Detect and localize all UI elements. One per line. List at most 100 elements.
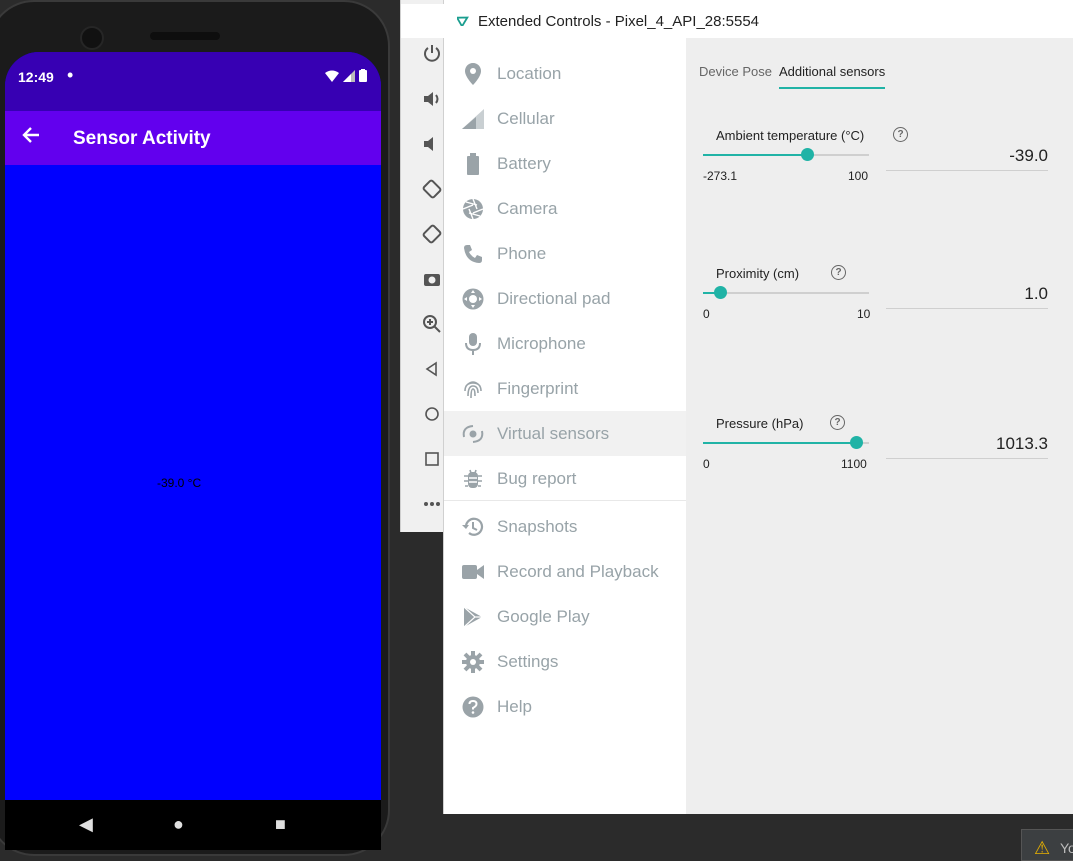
sidebar-item-help[interactable]: Help bbox=[444, 684, 686, 729]
emulator-toolbar: – bbox=[400, 0, 449, 532]
history-icon bbox=[460, 514, 486, 540]
pressure-slider[interactable] bbox=[703, 436, 869, 449]
sidebar-item-settings[interactable]: Settings bbox=[444, 639, 686, 684]
sidebar-item-location[interactable]: Location bbox=[444, 51, 686, 96]
sidebar-item-google-play[interactable]: Google Play bbox=[444, 594, 686, 639]
virtual-sensors-panel: Device Pose Additional sensors Ambient t… bbox=[686, 38, 1073, 814]
gear-icon bbox=[460, 649, 486, 675]
bug-icon bbox=[460, 466, 486, 492]
help-icon bbox=[460, 694, 486, 720]
sidebar-divider bbox=[444, 500, 686, 501]
cell-signal-icon bbox=[343, 69, 355, 82]
window-titlebar: Extended Controls - Pixel_4_API_28:5554 bbox=[401, 4, 1073, 38]
sidebar-item-microphone[interactable]: Microphone bbox=[444, 321, 686, 366]
sidebar-item-directional-pad[interactable]: Directional pad bbox=[444, 276, 686, 321]
signal-icon bbox=[460, 106, 486, 132]
sidebar-item-label: Cellular bbox=[497, 108, 555, 128]
proximity-sensor: Proximity (cm) ? 0 10 1.0 bbox=[686, 265, 1073, 366]
sidebar-item-label: Settings bbox=[497, 651, 559, 671]
overview-square-icon[interactable] bbox=[421, 448, 443, 470]
pressure-value-field[interactable]: 1013.3 bbox=[886, 434, 1048, 459]
sidebar-item-virtual-sensors[interactable]: Virtual sensors bbox=[444, 411, 686, 456]
sidebar-item-label: Snapshots bbox=[497, 516, 578, 536]
temperature-value-field[interactable]: -39.0 bbox=[886, 146, 1048, 171]
notification-dot: • bbox=[67, 65, 74, 85]
sidebar-item-fingerprint[interactable]: Fingerprint bbox=[444, 366, 686, 411]
android-nav-bar: ◀ ● ■ bbox=[5, 800, 381, 850]
warning-text: Yo bbox=[1060, 840, 1073, 856]
sidebar-item-label: Help bbox=[497, 696, 532, 716]
power-icon[interactable] bbox=[421, 42, 443, 64]
tab-device-pose[interactable]: Device Pose bbox=[699, 64, 772, 79]
battery-icon bbox=[460, 151, 486, 177]
extended-controls-window: Extended Controls - Pixel_4_API_28:5554 … bbox=[401, 0, 1073, 814]
home-circle-icon[interactable] bbox=[421, 403, 443, 425]
active-tab-indicator bbox=[779, 87, 885, 89]
rotate-left-icon[interactable] bbox=[421, 178, 443, 200]
help-icon[interactable]: ? bbox=[830, 415, 845, 430]
sidebar-item-label: Google Play bbox=[497, 606, 590, 626]
sidebar-item-snapshots[interactable]: Snapshots bbox=[444, 504, 686, 549]
zoom-icon[interactable] bbox=[421, 313, 443, 335]
screenshot-camera-icon[interactable] bbox=[421, 268, 443, 290]
slider-fill bbox=[703, 442, 856, 444]
sensor-label: Proximity (cm) bbox=[716, 266, 800, 281]
slider-thumb[interactable] bbox=[849, 436, 863, 449]
nav-recents-button[interactable]: ■ bbox=[275, 814, 286, 835]
dpad-icon bbox=[460, 286, 486, 312]
play-store-icon bbox=[460, 604, 486, 630]
temperature-slider[interactable] bbox=[703, 148, 869, 161]
sidebar-item-phone[interactable]: Phone bbox=[444, 231, 686, 276]
nav-home-button[interactable]: ● bbox=[173, 814, 184, 835]
help-icon[interactable]: ? bbox=[893, 127, 908, 142]
sidebar-item-label: Record and Playback bbox=[497, 561, 659, 581]
app-logo-icon bbox=[455, 14, 469, 29]
slider-min-label: 0 bbox=[703, 307, 710, 321]
more-options-icon[interactable] bbox=[421, 493, 443, 515]
slider-min-label: -273.1 bbox=[703, 169, 738, 183]
phone-icon bbox=[460, 241, 486, 267]
video-camera-icon bbox=[460, 559, 486, 585]
sidebar-item-bug-report[interactable]: Bug report bbox=[444, 456, 686, 501]
volume-up-icon[interactable] bbox=[421, 88, 443, 110]
microphone-icon bbox=[460, 331, 486, 357]
battery-status-icon bbox=[359, 69, 367, 82]
tab-additional-sensors[interactable]: Additional sensors bbox=[779, 64, 885, 79]
ide-background bbox=[443, 814, 1073, 856]
earpiece-speaker bbox=[150, 32, 220, 40]
warning-notification[interactable]: ⚠ Yo bbox=[1021, 829, 1073, 861]
volume-down-icon[interactable] bbox=[421, 133, 443, 155]
status-icons bbox=[325, 69, 367, 82]
slider-max-label: 10 bbox=[857, 307, 871, 321]
arrow-back-icon[interactable] bbox=[21, 125, 41, 151]
sidebar-item-record-and-playback[interactable]: Record and Playback bbox=[444, 549, 686, 594]
virtual-sensors-icon bbox=[460, 421, 486, 447]
sidebar-item-label: Fingerprint bbox=[497, 378, 579, 398]
pressure-sensor: Pressure (hPa) ? 0 1100 1013.3 bbox=[686, 415, 1073, 516]
nav-back-button[interactable]: ◀ bbox=[79, 814, 93, 835]
slider-max-label: 1100 bbox=[841, 457, 867, 471]
status-time: 12:49 bbox=[18, 69, 54, 85]
sidebar-item-label: Camera bbox=[497, 198, 558, 218]
status-bar: 12:49 • bbox=[5, 52, 381, 111]
proximity-value-field[interactable]: 1.0 bbox=[886, 284, 1048, 309]
sidebar-item-label: Virtual sensors bbox=[497, 423, 610, 443]
temperature-readout: -39.0 °C bbox=[157, 476, 202, 490]
proximity-slider[interactable] bbox=[703, 286, 869, 299]
back-triangle-icon[interactable] bbox=[421, 358, 443, 380]
front-camera bbox=[80, 26, 104, 50]
sidebar-item-battery[interactable]: Battery bbox=[444, 141, 686, 186]
app-title: Sensor Activity bbox=[73, 128, 211, 149]
sensor-label: Pressure (hPa) bbox=[716, 416, 804, 431]
help-icon[interactable]: ? bbox=[831, 265, 846, 280]
rotate-right-icon[interactable] bbox=[421, 223, 443, 245]
sidebar-item-cellular[interactable]: Cellular bbox=[444, 96, 686, 141]
sidebar-item-camera[interactable]: Camera bbox=[444, 186, 686, 231]
fingerprint-icon bbox=[460, 376, 486, 402]
phone-emulator: 12:49 • Sensor Activity -39.0 °C ◀ ● ■ bbox=[0, 0, 390, 856]
location-pin-icon bbox=[460, 61, 486, 87]
slider-thumb[interactable] bbox=[801, 148, 815, 161]
slider-thumb[interactable] bbox=[713, 286, 727, 299]
sensor-label: Ambient temperature (°C) bbox=[716, 128, 865, 143]
camera-aperture-icon bbox=[460, 196, 486, 222]
